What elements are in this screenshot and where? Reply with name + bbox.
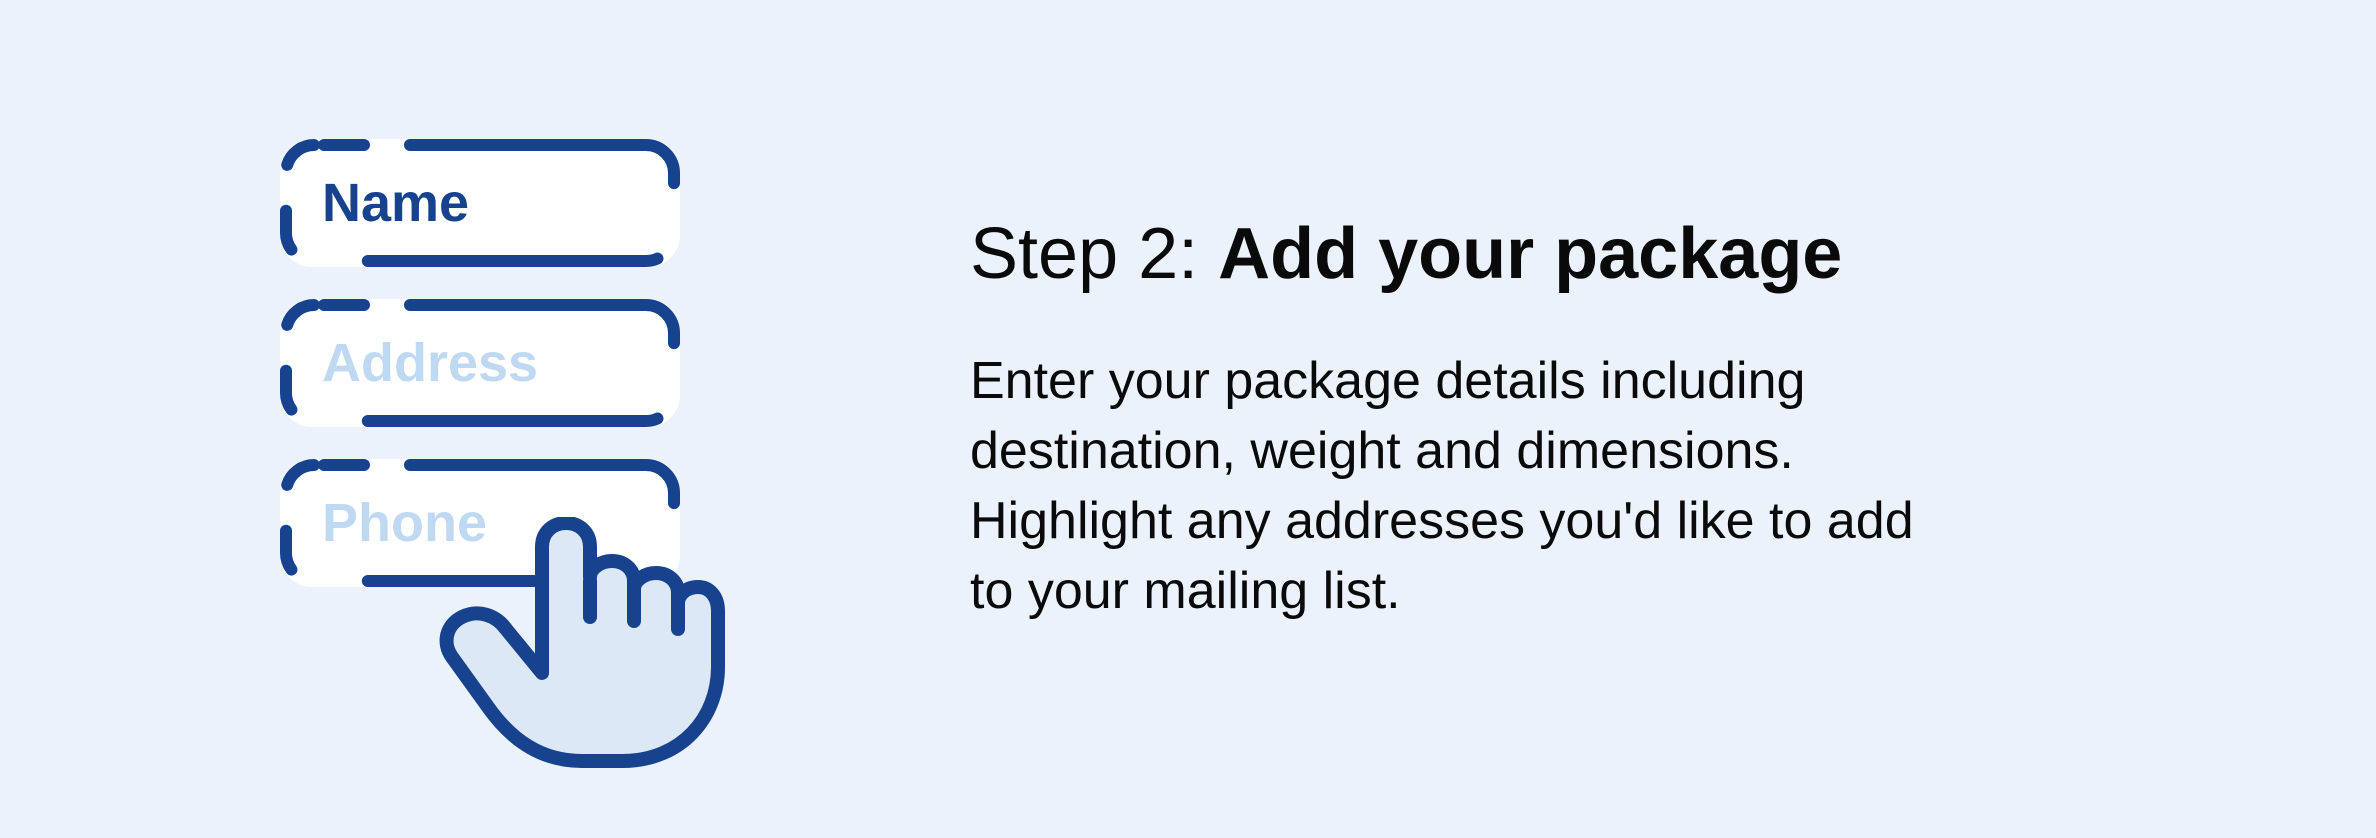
address-field-label: Address	[322, 332, 538, 394]
step-title: Add your package	[1218, 214, 1842, 294]
step-heading: Step 2: Add your package	[970, 211, 1950, 297]
step-content: Step 2: Add your package Enter your pack…	[970, 211, 1950, 626]
address-field-graphic: Address	[280, 299, 680, 427]
step-number-prefix: Step 2:	[970, 214, 1218, 294]
name-field-label: Name	[322, 172, 469, 234]
pointer-hand-icon	[432, 517, 732, 777]
step-description: Enter your package details including des…	[970, 346, 1950, 627]
form-fields-illustration: Name Address Phone	[280, 139, 770, 699]
name-field-graphic: Name	[280, 139, 680, 267]
